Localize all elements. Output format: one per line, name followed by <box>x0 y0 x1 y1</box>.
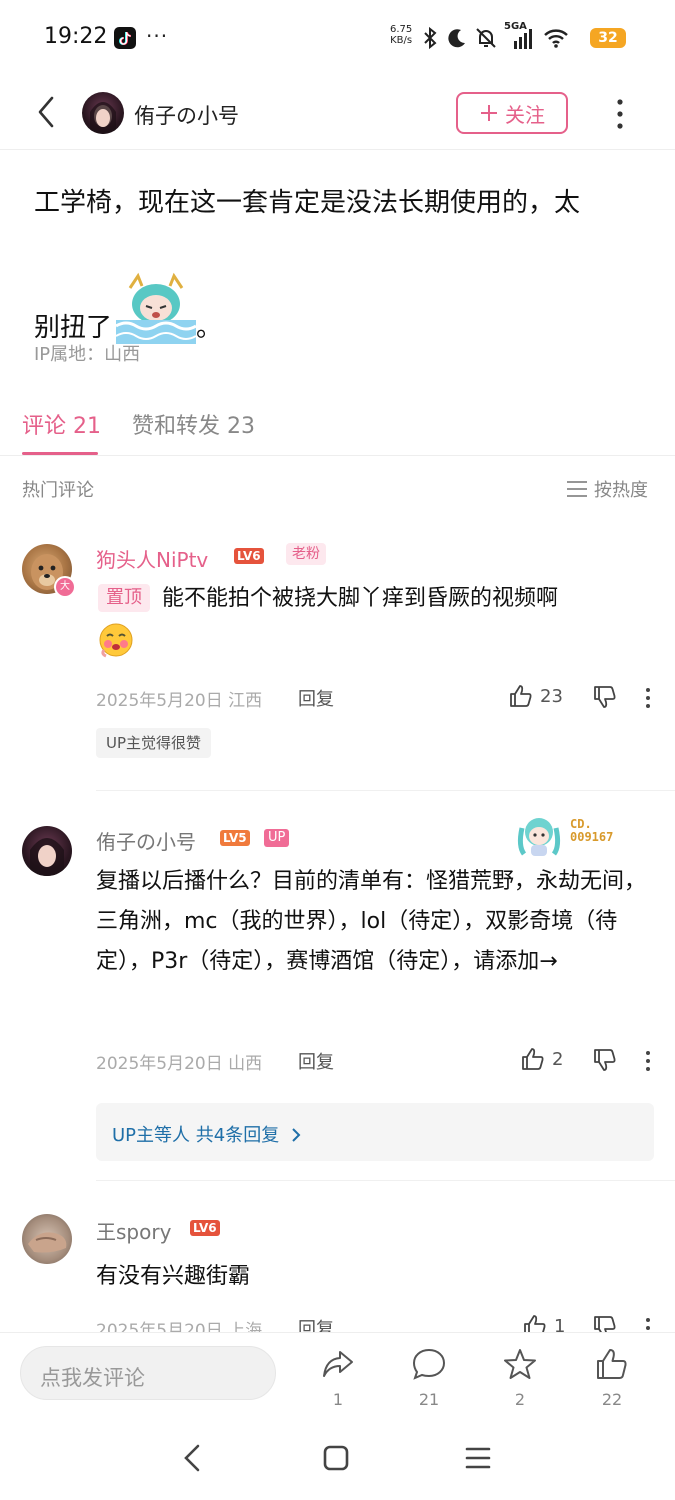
bluetooth-icon <box>424 26 437 50</box>
replies-summary-link[interactable]: UP主等人 共4条回复 <box>112 1121 303 1147</box>
comments-button[interactable]: 21 <box>411 1346 449 1409</box>
network-label: 5GA <box>504 21 527 32</box>
up-liked-tag: UP主觉得很赞 <box>96 728 212 758</box>
thumbs-up-icon <box>597 1349 627 1379</box>
post-text-line2-row: 别扭了 。 <box>34 270 222 344</box>
favorite-button[interactable]: 2 <box>502 1346 540 1409</box>
thumbs-up-icon <box>522 1048 544 1070</box>
signal-icon: 5GA <box>504 21 536 51</box>
nav-recents-icon[interactable] <box>462 1442 494 1474</box>
decoration-card-number: CD. 009167 <box>570 818 613 844</box>
crying-girl-sticker-icon <box>116 272 197 344</box>
tab-comments[interactable]: 评论 21 <box>22 408 101 440</box>
back-icon[interactable] <box>30 92 66 132</box>
replies-summary-text: UP主等人 共4条回复 <box>112 1125 280 1146</box>
net-speed-value: 6.75 <box>390 24 413 35</box>
comment-text: 复播以后播什么？目前的清单有：怪猎荒野，永劫无间，三角洲，mc（我的世界），lo… <box>96 869 647 974</box>
level-badge: LV6 <box>190 1220 220 1236</box>
like-button[interactable]: 23 <box>508 683 563 709</box>
thumbs-down-icon[interactable] <box>592 1047 618 1073</box>
net-speed-unit: KB/s <box>390 35 413 46</box>
tabs-divider <box>0 455 675 456</box>
comment-divider <box>96 790 675 791</box>
sort-button[interactable]: 按热度 <box>566 476 648 502</box>
comment-meta: 2025年5月20日 江西 <box>96 691 263 711</box>
favorite-count: 2 <box>514 1390 526 1409</box>
fan-badge: 老粉 <box>286 543 326 565</box>
share-button[interactable]: 1 <box>320 1346 358 1409</box>
tab-likes-reposts[interactable]: 赞和转发 23 <box>132 408 255 440</box>
reply-button[interactable]: 回复 <box>298 685 334 711</box>
comment-more-icon[interactable] <box>644 686 652 710</box>
comment-username[interactable]: 狗头人NiPtv <box>96 544 208 573</box>
comment-more-icon[interactable] <box>644 1049 652 1073</box>
plus-icon <box>481 105 497 121</box>
status-icons: 5GA <box>420 21 570 51</box>
level-badge: LV5 <box>220 830 250 846</box>
blushing-face-emoji-icon <box>99 623 133 658</box>
more-options-icon[interactable] <box>610 96 630 132</box>
like-button[interactable]: 2 <box>520 1046 563 1072</box>
comment-meta: 2025年5月20日 山西 <box>96 1054 263 1074</box>
reply-button[interactable]: 回复 <box>298 1048 334 1074</box>
follow-button[interactable]: 关注 <box>456 92 568 134</box>
comment-bubble-icon <box>412 1348 446 1380</box>
comment-count: 21 <box>418 1390 440 1409</box>
post-text-line2: 别扭了 <box>34 313 113 343</box>
post-like-count: 22 <box>601 1390 623 1409</box>
header-username[interactable]: 侑子の小号 <box>134 100 239 130</box>
vip-badge: 大 <box>54 576 76 598</box>
comment-username[interactable]: 侑子の小号 <box>96 826 196 855</box>
ip-location: IP属地：山西 <box>34 344 141 365</box>
chevron-right-icon <box>292 1128 301 1142</box>
like-count: 23 <box>540 685 563 707</box>
comment-text: 能不能拍个被挠大脚丫痒到昏厥的视频啊 <box>162 586 559 611</box>
thumbs-down-icon[interactable] <box>592 684 618 710</box>
like-post-button[interactable]: 22 <box>594 1346 632 1409</box>
level-badge: LV6 <box>234 548 264 564</box>
hot-comments-label: 热门评论 <box>22 480 94 501</box>
battery-indicator: 32 <box>590 28 626 48</box>
net-speed: 6.75 KB/s <box>390 24 412 46</box>
like-count: 2 <box>552 1048 564 1070</box>
mute-bell-icon <box>476 28 496 48</box>
post-text-line1: 工学椅，现在这一套肯定是没法长期使用的，太 <box>34 188 581 218</box>
follow-label: 关注 <box>505 102 545 127</box>
sort-label: 按热度 <box>594 480 648 501</box>
post-text-end: 。 <box>196 313 223 343</box>
share-icon <box>323 1351 353 1377</box>
commenter-avatar[interactable] <box>22 1214 72 1264</box>
comment-text: 有没有兴趣街霸 <box>96 1264 251 1289</box>
more-notifications-icon: ··· <box>146 24 169 48</box>
nav-home-icon[interactable] <box>320 1442 352 1474</box>
thumbs-up-icon <box>510 685 532 707</box>
decoration-card-digits: 009167 <box>570 830 614 844</box>
nav-back-icon[interactable] <box>178 1440 208 1476</box>
header-divider <box>0 149 675 150</box>
menu-lines-icon <box>567 481 587 497</box>
commenter-avatar[interactable] <box>22 826 72 876</box>
pinned-tag: 置顶 <box>98 584 150 612</box>
status-time: 19:22 <box>44 24 108 49</box>
comment-divider <box>96 1180 675 1181</box>
miku-mascot-icon <box>517 818 561 856</box>
share-count: 1 <box>332 1390 344 1409</box>
wifi-icon <box>544 29 568 48</box>
header-avatar[interactable] <box>82 92 124 134</box>
star-icon <box>504 1349 536 1379</box>
moon-icon <box>448 29 465 48</box>
tiktok-icon <box>114 27 136 49</box>
comment-username[interactable]: 王spory <box>96 1216 171 1245</box>
up-badge: UP <box>264 829 290 847</box>
comment-input-placeholder[interactable]: 点我发评论 <box>40 1362 145 1392</box>
